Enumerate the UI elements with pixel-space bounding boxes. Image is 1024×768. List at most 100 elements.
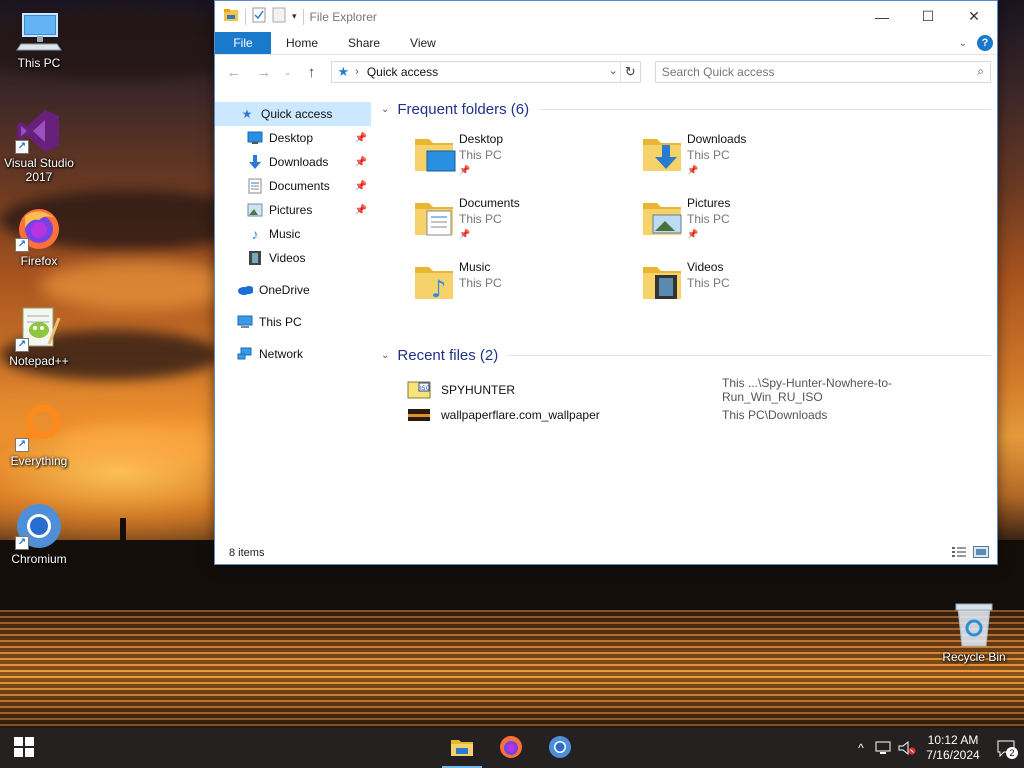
nav-label: Desktop xyxy=(269,131,314,145)
system-tray: ^ 10:12 AM 7/16/2024 2 xyxy=(850,728,1024,768)
address-bar[interactable]: ★ › Quick access ⌄ ↻ xyxy=(330,61,641,83)
star-icon: ★ xyxy=(241,107,253,121)
folder-location: This PC xyxy=(459,276,502,290)
pin-icon[interactable]: 📌 xyxy=(355,157,367,168)
nav-item-desktop[interactable]: Desktop 📌 xyxy=(215,126,371,150)
tab-view[interactable]: View xyxy=(395,32,451,54)
refresh-button[interactable]: ↻ xyxy=(619,62,640,82)
search-placeholder: Search Quick access xyxy=(661,65,775,79)
folder-name: Desktop xyxy=(459,132,504,146)
help-icon[interactable]: ? xyxy=(977,35,993,51)
desktop-icon-recycle-bin[interactable]: Recycle Bin xyxy=(934,600,1014,664)
firefox-icon xyxy=(499,735,523,762)
taskbar-file-explorer[interactable] xyxy=(438,728,486,768)
folder-tile-desktop[interactable]: Desktop This PC 📌 xyxy=(413,131,633,189)
clock[interactable]: 10:12 AM 7/16/2024 xyxy=(918,733,988,763)
shortcut-arrow-icon: ↗ xyxy=(15,536,29,550)
chevron-right-icon[interactable]: › xyxy=(355,66,359,78)
file-path: This PC\Downloads xyxy=(722,407,828,422)
nav-label: Videos xyxy=(269,251,306,265)
nav-item-music[interactable]: ♪ Music xyxy=(215,222,371,246)
desktop-icon-firefox[interactable]: ↗ Firefox xyxy=(0,204,79,268)
up-button[interactable]: ↑ xyxy=(299,61,325,83)
shortcut-arrow-icon: ↗ xyxy=(15,140,29,154)
customize-qat-icon[interactable]: ▾ xyxy=(292,11,297,22)
volume-muted-icon[interactable] xyxy=(896,741,918,755)
visual-studio-icon: ↗ xyxy=(15,106,63,154)
action-center-button[interactable]: 2 xyxy=(988,739,1024,759)
nav-item-videos[interactable]: Videos xyxy=(215,246,371,270)
title-bar[interactable]: ▾ File Explorer — ☐ ✕ xyxy=(215,1,997,32)
desktop-icon-visual-studio[interactable]: ↗ Visual Studio 2017 xyxy=(0,106,79,184)
folder-tile-videos[interactable]: Videos This PC xyxy=(641,259,861,317)
large-icons-view-icon[interactable] xyxy=(973,546,989,561)
frequent-folders-header[interactable]: ⌄ Frequent folders (6) xyxy=(379,97,991,121)
desktop-icon-everything[interactable]: ↗ Everything xyxy=(0,404,79,468)
network-status-icon[interactable] xyxy=(872,741,896,755)
pin-icon[interactable]: 📌 xyxy=(355,133,367,144)
folder-tile-documents[interactable]: Documents This PC 📌 xyxy=(413,195,633,253)
address-dropdown-icon[interactable]: ⌄ xyxy=(609,64,618,77)
folder-icon xyxy=(450,737,474,760)
recycle-bin-icon xyxy=(950,600,998,648)
details-view-icon[interactable] xyxy=(951,546,967,561)
minimize-button[interactable]: — xyxy=(859,1,905,32)
folder-tile-music[interactable]: ♪ Music This PC xyxy=(413,259,633,317)
folder-tile-pictures[interactable]: Pictures This PC 📌 xyxy=(641,195,861,253)
pin-icon: 📌 xyxy=(687,165,699,175)
taskbar-chromium[interactable] xyxy=(536,728,584,768)
music-note-icon: ♪ xyxy=(251,226,259,242)
maximize-button[interactable]: ☐ xyxy=(905,1,951,32)
tab-home[interactable]: Home xyxy=(271,32,333,54)
shortcut-arrow-icon: ↗ xyxy=(15,338,29,352)
expand-ribbon-icon[interactable]: ⌄ xyxy=(959,38,967,49)
desktop-icon-notepad-plus-plus[interactable]: ↗ Notepad++ xyxy=(0,304,79,368)
folder-location: This PC xyxy=(459,212,502,226)
nav-item-quick-access[interactable]: ★ Quick access xyxy=(215,102,371,126)
documents-icon xyxy=(247,178,263,194)
documents-folder-icon xyxy=(413,195,457,239)
address-location[interactable]: Quick access xyxy=(367,65,438,79)
desktop-icon-chromium[interactable]: ↗ Chromium xyxy=(0,502,79,566)
tab-file[interactable]: File xyxy=(215,32,271,54)
image-file-icon xyxy=(407,406,431,424)
tab-share[interactable]: Share xyxy=(333,32,395,54)
new-folder-icon[interactable] xyxy=(272,7,286,26)
download-arrow-icon xyxy=(247,154,263,170)
recent-file-row[interactable]: wallpaperflare.com_wallpaper This PC\Dow… xyxy=(379,402,991,427)
close-button[interactable]: ✕ xyxy=(951,1,997,32)
water-reflection xyxy=(0,610,1024,728)
minimize-icon: — xyxy=(875,8,889,25)
start-button[interactable] xyxy=(0,728,48,768)
nav-item-onedrive[interactable]: OneDrive xyxy=(215,278,371,302)
recent-file-row[interactable]: ISO SPYHUNTER This ...\Spy-Hunter-Nowher… xyxy=(379,375,991,404)
recent-files-header[interactable]: ⌄ Recent files (2) xyxy=(379,343,991,367)
nav-item-documents[interactable]: Documents 📌 xyxy=(215,174,371,198)
properties-icon[interactable] xyxy=(252,7,266,26)
navigation-pane: ★ Quick access Desktop 📌 Downloads 📌 Doc… xyxy=(215,102,371,532)
nav-item-network[interactable]: Network xyxy=(215,342,371,366)
navigation-bar: ← → ⌄ ↑ ★ › Quick access ⌄ ↻ Search Quic… xyxy=(215,55,997,89)
svg-text:♪: ♪ xyxy=(431,275,446,303)
show-hidden-icons-button[interactable]: ^ xyxy=(850,741,872,755)
forward-button[interactable]: → xyxy=(251,61,277,83)
folder-name: Downloads xyxy=(687,132,747,146)
search-input[interactable]: Search Quick access ⌕ xyxy=(654,61,992,83)
folder-tile-downloads[interactable]: Downloads This PC 📌 xyxy=(641,131,861,189)
pin-icon[interactable]: 📌 xyxy=(355,205,367,216)
back-button[interactable]: ← xyxy=(221,61,247,83)
pictures-folder-icon xyxy=(641,195,685,239)
nav-item-pictures[interactable]: Pictures 📌 xyxy=(215,198,371,222)
shortcut-arrow-icon: ↗ xyxy=(15,238,29,252)
recent-locations-button[interactable]: ⌄ xyxy=(281,61,295,83)
nav-item-this-pc[interactable]: This PC xyxy=(215,310,371,334)
desktop-icon-this-pc[interactable]: This PC xyxy=(0,6,79,70)
desktop-icon-label: Visual Studio 2017 xyxy=(4,156,74,184)
pin-icon[interactable]: 📌 xyxy=(355,181,367,192)
nav-item-downloads[interactable]: Downloads 📌 xyxy=(215,150,371,174)
chevron-down-icon: ⌄ xyxy=(283,66,292,77)
cloud-icon xyxy=(237,282,253,298)
file-path: This ...\Spy-Hunter-Nowhere-to-Run_Win_R… xyxy=(722,375,893,404)
taskbar-firefox[interactable] xyxy=(487,728,535,768)
file-explorer-window[interactable]: ▾ File Explorer — ☐ ✕ File Home Share Vi… xyxy=(214,0,998,565)
